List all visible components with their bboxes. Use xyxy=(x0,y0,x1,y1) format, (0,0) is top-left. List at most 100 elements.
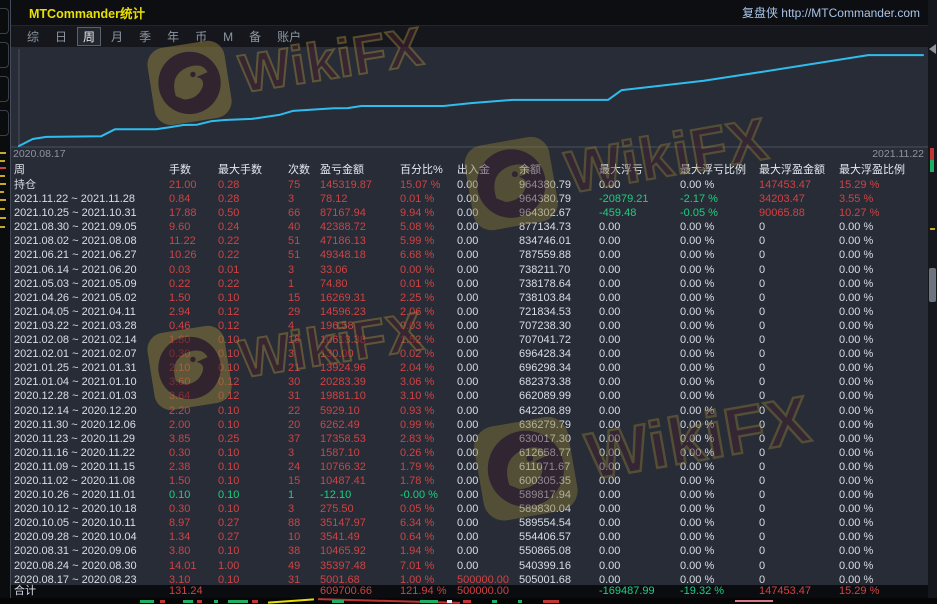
cell-余额: 589830.04 xyxy=(519,502,599,516)
cell-最大手数: 0.12 xyxy=(218,305,288,319)
cell-百分比%: 0.05 % xyxy=(400,502,457,516)
table-row[interactable]: 2020.10.05 ~ 2020.10.118.970.278835147.9… xyxy=(11,516,929,530)
cell-盈亏金额: 19881.10 xyxy=(320,389,400,403)
cell-出入金: 0.00 xyxy=(457,178,519,192)
table-row[interactable]: 2021.01.25 ~ 2021.01.312.100.102113924.9… xyxy=(11,361,929,375)
table-row[interactable]: 2021.04.05 ~ 2021.04.112.940.122914596.2… xyxy=(11,305,929,319)
table-row[interactable]: 2020.11.16 ~ 2020.11.220.300.1031587.100… xyxy=(11,446,929,460)
cell-次数: 24 xyxy=(288,460,320,474)
cell-周: 2020.11.02 ~ 2020.11.08 xyxy=(11,474,169,488)
menu-item-M[interactable]: M xyxy=(217,29,239,45)
table-row[interactable]: 2021.04.26 ~ 2021.05.021.500.101516269.3… xyxy=(11,291,929,305)
table-row[interactable]: 2021.08.02 ~ 2021.08.0811.220.225147186.… xyxy=(11,234,929,248)
table-row[interactable]: 2020.11.23 ~ 2020.11.293.850.253717358.5… xyxy=(11,432,929,446)
cell-次数: 40 xyxy=(288,220,320,234)
table-row[interactable]: 2020.11.09 ~ 2020.11.152.380.102410766.3… xyxy=(11,460,929,474)
menu-item-综[interactable]: 综 xyxy=(21,27,45,46)
cell-盈亏金额: 10487.41 xyxy=(320,474,400,488)
cell-最大手数: 0.22 xyxy=(218,277,288,291)
menu-item-日[interactable]: 日 xyxy=(49,27,73,46)
cell-手数: 3.85 xyxy=(169,432,218,446)
cell-次数: 1 xyxy=(288,277,320,291)
table-row[interactable]: 2021.08.30 ~ 2021.09.059.600.244042388.7… xyxy=(11,220,929,234)
cell-最大浮盈比例: 10.27 % xyxy=(839,206,929,220)
cell-百分比%: 2.04 % xyxy=(400,361,457,375)
cell-盈亏金额: 35397.48 xyxy=(320,559,400,573)
cell-最大手数: 0.28 xyxy=(218,192,288,206)
table-total-row[interactable]: 合计131.24609700.66121.94 %500000.00-16948… xyxy=(11,585,929,598)
cell-出入金: 0.00 xyxy=(457,488,519,502)
cell-盈亏金额: 13924.96 xyxy=(320,361,400,375)
table-row[interactable]: 2020.09.28 ~ 2020.10.041.340.27103541.49… xyxy=(11,530,929,544)
brand-link[interactable]: 复盘侠 http://MTCommander.com xyxy=(742,4,920,21)
table-row[interactable]: 2020.11.30 ~ 2020.12.062.000.10206262.49… xyxy=(11,418,929,432)
cell-百分比%: -0.00 % xyxy=(400,488,457,502)
table-row[interactable]: 2020.08.31 ~ 2020.09.063.800.103810465.9… xyxy=(11,544,929,558)
cell-最大手数: 0.27 xyxy=(218,530,288,544)
table-row[interactable]: 2021.06.21 ~ 2021.06.2710.260.225149348.… xyxy=(11,248,929,262)
menu-item-周[interactable]: 周 xyxy=(77,27,101,46)
table-row[interactable]: 2020.08.24 ~ 2020.08.3014.011.004935397.… xyxy=(11,559,929,573)
cell-最大手数: 0.25 xyxy=(218,432,288,446)
cell-最大手数: 0.10 xyxy=(218,544,288,558)
cell-周: 2021.01.04 ~ 2021.01.10 xyxy=(11,375,169,389)
cell-最大浮盈金额: 0 xyxy=(759,389,839,403)
cell-百分比%: 15.07 % xyxy=(400,178,457,192)
cell-出入金: 500000.00 xyxy=(457,585,519,598)
cell-周: 持仓 xyxy=(11,178,169,192)
cell-最大浮亏: 0.00 xyxy=(599,375,680,389)
table-row[interactable]: 2021.06.14 ~ 2021.06.200.030.01333.060.0… xyxy=(11,263,929,277)
table-row[interactable]: 2020.10.26 ~ 2020.11.010.100.101-12.10-0… xyxy=(11,488,929,502)
cell-手数: 8.97 xyxy=(169,516,218,530)
table-row[interactable]: 2021.02.01 ~ 2021.02.070.300.103130.000.… xyxy=(11,347,929,361)
background-tick xyxy=(930,228,935,230)
table-row[interactable]: 2020.12.28 ~ 2021.01.033.640.123119881.1… xyxy=(11,389,929,403)
cell-最大浮盈金额: 0 xyxy=(759,291,839,305)
table-row[interactable]: 2020.11.02 ~ 2020.11.081.500.101510487.4… xyxy=(11,474,929,488)
menu-item-备[interactable]: 备 xyxy=(243,27,267,46)
table-row[interactable]: 2021.11.22 ~ 2021.11.280.840.28378.120.0… xyxy=(11,192,929,206)
cell-余额: 550865.08 xyxy=(519,544,599,558)
cell-最大手数: 0.10 xyxy=(218,333,288,347)
cell-手数: 2.10 xyxy=(169,361,218,375)
cell-盈亏金额: 1587.10 xyxy=(320,446,400,460)
cell-次数: 3 xyxy=(288,446,320,460)
cell-出入金: 0.00 xyxy=(457,474,519,488)
cell-最大浮亏比例: 0.00 % xyxy=(680,347,759,361)
cell-次数: 3 xyxy=(288,502,320,516)
cell-手数: 0.30 xyxy=(169,502,218,516)
cell-余额: 630017.30 xyxy=(519,432,599,446)
cell-出入金: 0.00 xyxy=(457,333,519,347)
cell-百分比%: 3.06 % xyxy=(400,375,457,389)
menu-item-月[interactable]: 月 xyxy=(105,27,129,46)
cell-最大浮盈金额: 0 xyxy=(759,333,839,347)
cell-最大浮盈金额: 0 xyxy=(759,319,839,333)
menu-item-年[interactable]: 年 xyxy=(161,27,185,46)
table-row[interactable]: 2021.03.22 ~ 2021.03.280.460.124196.580.… xyxy=(11,319,929,333)
cell-百分比%: 1.52 % xyxy=(400,333,457,347)
cell-最大手数: 0.12 xyxy=(218,389,288,403)
cell-最大浮亏比例: 0.00 % xyxy=(680,559,759,573)
cell-次数: 22 xyxy=(288,404,320,418)
menu-item-账户[interactable]: 账户 xyxy=(271,27,307,46)
cell-最大浮盈比例: 0.00 % xyxy=(839,319,929,333)
table-row[interactable]: 2020.10.12 ~ 2020.10.180.300.103275.500.… xyxy=(11,502,929,516)
menu-item-币[interactable]: 币 xyxy=(189,27,213,46)
table-row[interactable]: 2021.05.03 ~ 2021.05.090.220.22174.800.0… xyxy=(11,277,929,291)
cell-最大浮盈金额: 0 xyxy=(759,347,839,361)
table-row[interactable]: 2020.12.14 ~ 2020.12.202.200.10225929.10… xyxy=(11,404,929,418)
table-row[interactable]: 2021.02.08 ~ 2021.02.141.800.101810613.3… xyxy=(11,333,929,347)
background-tick xyxy=(0,199,6,201)
table-row[interactable]: 持仓21.000.2875145319.8715.07 %0.00964380.… xyxy=(11,178,929,192)
cell-盈亏金额: 609700.66 xyxy=(320,585,400,598)
menu-item-季[interactable]: 季 xyxy=(133,27,157,46)
table-row[interactable]: 2021.10.25 ~ 2021.10.3117.880.506687167.… xyxy=(11,206,929,220)
cell-百分比%: 121.94 % xyxy=(400,585,457,598)
cell-出入金: 0.00 xyxy=(457,305,519,319)
table-row[interactable]: 2021.01.04 ~ 2021.01.103.600.123020283.3… xyxy=(11,375,929,389)
cell-最大浮亏: -169487.99 xyxy=(599,585,680,598)
cell-盈亏金额: 10465.92 xyxy=(320,544,400,558)
cell-最大浮盈比例: 0.00 % xyxy=(839,516,929,530)
cell-最大浮盈比例: 0.00 % xyxy=(839,446,929,460)
cell-最大浮亏比例: 最大浮亏比例 xyxy=(680,163,759,178)
